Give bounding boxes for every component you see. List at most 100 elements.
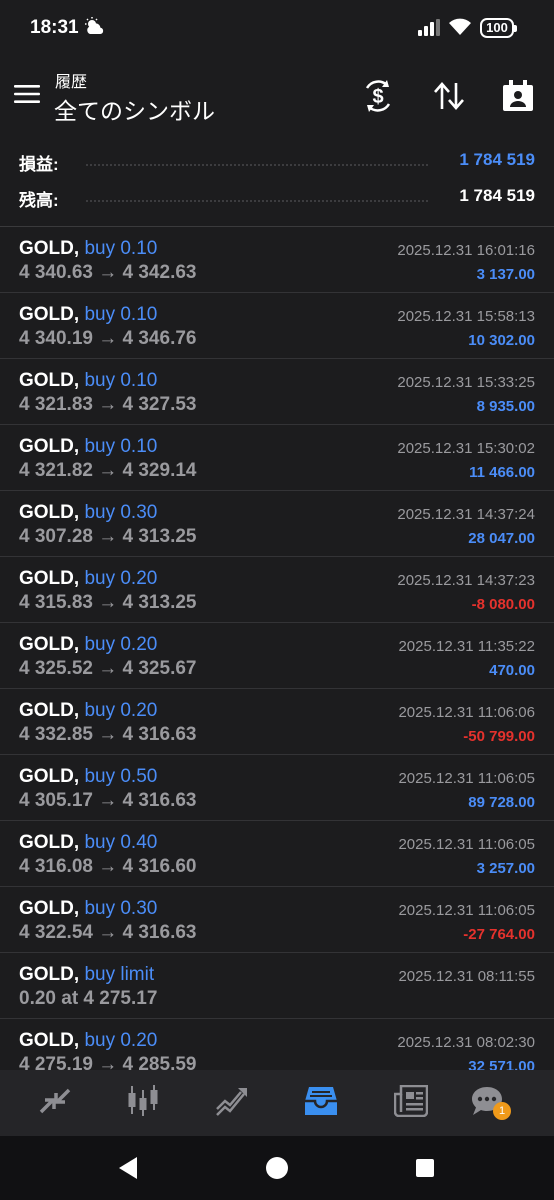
trade-side: buy 0.10 [84,436,158,457]
trade-row[interactable]: GOLD, buy 0.50 4 305.17 → 4 316.63 2025.12… [0,755,554,821]
trade-side: buy limit [84,964,155,985]
trade-time: 2025.12.31 08:11:55 [398,968,535,985]
trade-profit: -27 764.00 [463,926,535,943]
profit-value: 1 784 519 [459,150,535,169]
trade-time: 2025.12.31 14:37:24 [397,506,535,523]
symbol-name: GOLD, [19,502,80,523]
trade-prices: 4 307.28 → 4 313.25 [19,526,197,547]
page-subtitle: 履歴 [55,74,88,91]
menu-icon[interactable] [14,84,40,109]
status-time: 18:31 [30,17,79,38]
status-bar: 18:31 100 [0,0,554,58]
quotes-icon [37,1086,73,1121]
trade-prices: 4 321.82 → 4 329.14 [19,460,197,481]
trade-time: 2025.12.31 11:06:05 [398,902,535,919]
trade-side: buy 0.10 [84,238,158,259]
trade-profit: -8 080.00 [471,596,535,613]
tab-trade[interactable] [202,1070,262,1136]
dotted-leader [86,200,428,202]
trade-row[interactable]: GOLD, buy limit 0.20 at 4 275.17 2025.12.3… [0,953,554,1019]
trade-time: 2025.12.31 11:06:05 [398,770,535,787]
trade-symbol: GOLD, buy 0.20 [19,634,157,656]
trade-row[interactable]: GOLD, buy 0.40 4 316.08 → 4 316.60 2025.12… [0,821,554,887]
trade-symbol: GOLD, buy 0.10 [19,238,157,260]
trade-symbol: GOLD, buy 0.30 [19,898,157,920]
sort-icon[interactable] [431,78,467,114]
symbol-name: GOLD, [19,238,80,259]
trade-row[interactable]: GOLD, buy 0.10 4 340.19 → 4 346.76 2025.12… [0,293,554,359]
trade-prices: 4 315.83 → 4 313.25 [19,592,197,613]
trade-prices: 4 321.83 → 4 327.53 [19,394,197,415]
trade-side: buy 0.20 [84,1030,158,1051]
symbol-name: GOLD, [19,700,80,721]
trade-profit: 28 047.00 [468,530,535,547]
system-nav-bar [0,1136,554,1200]
trade-profit: 3 137.00 [476,266,535,283]
trade-side: buy 0.30 [84,502,158,523]
summary-panel: 損益: 1 784 519 残高: 1 784 519 [0,138,554,227]
dotted-leader [86,164,428,166]
history-icon [304,1085,338,1122]
back-icon[interactable] [114,1154,142,1182]
recents-icon[interactable] [411,1154,439,1182]
trade-profit: 10 302.00 [468,332,535,349]
symbol-name: GOLD, [19,832,80,853]
trade-row[interactable]: GOLD, buy 0.10 4 321.83 → 4 327.53 2025.12… [0,359,554,425]
weather-icon [84,17,106,42]
trade-time: 2025.12.31 15:58:13 [397,308,535,325]
trade-prices: 4 340.63 → 4 342.63 [19,262,197,283]
balance-row: 残高: 1 784 519 [0,180,554,216]
symbol-name: GOLD, [19,370,80,391]
symbol-name: GOLD, [19,634,80,655]
trade-side: buy 0.10 [84,304,158,325]
trade-time: 2025.12.31 14:37:23 [397,572,535,589]
trade-symbol: GOLD, buy 0.10 [19,370,157,392]
currency-exchange-icon[interactable]: $ [360,78,396,114]
home-icon[interactable] [263,1154,291,1182]
tab-history[interactable] [291,1070,351,1136]
symbol-name: GOLD, [19,304,80,325]
trade-time: 2025.12.31 15:30:02 [397,440,535,457]
balance-label: 残高: [19,191,59,210]
trade-history-list[interactable]: GOLD, buy 0.10 4 340.63 → 4 342.63 2025.12… [0,227,554,1070]
trade-row[interactable]: GOLD, buy 0.30 4 307.28 → 4 313.25 2025.12… [0,491,554,557]
wifi-icon [448,17,472,42]
symbol-name: GOLD, [19,436,80,457]
battery-indicator: 100 [480,18,517,38]
trade-profit: 3 257.00 [476,860,535,877]
app-header: 履歴 全てのシンボル $ [0,58,554,138]
trade-profit: -50 799.00 [463,728,535,745]
trade-row[interactable]: GOLD, buy 0.20 4 325.52 → 4 325.67 2025.12… [0,623,554,689]
trade-profit: 89 728.00 [468,794,535,811]
trade-symbol: GOLD, buy 0.50 [19,766,157,788]
notification-badge: 1 [493,1102,511,1120]
tab-quotes[interactable] [25,1070,85,1136]
tab-chat[interactable]: 1 [457,1070,517,1136]
profit-row: 損益: 1 784 519 [0,144,554,180]
trade-profit: 8 935.00 [476,398,535,415]
trade-row[interactable]: GOLD, buy 0.20 4 315.83 → 4 313.25 2025.12… [0,557,554,623]
symbol-name: GOLD, [19,766,80,787]
trade-symbol: GOLD, buy 0.20 [19,1030,157,1052]
trade-row[interactable]: GOLD, buy 0.30 4 322.54 → 4 316.63 2025.12… [0,887,554,953]
trade-side: buy 0.30 [84,898,158,919]
svg-text:$: $ [372,86,383,108]
trade-row[interactable]: GOLD, buy 0.10 4 340.63 → 4 342.63 2025.12… [0,227,554,293]
trade-icon [214,1084,250,1123]
page-title[interactable]: 全てのシンボル [54,92,215,126]
trade-side: buy 0.10 [84,370,158,391]
news-icon [393,1084,429,1122]
trade-row[interactable]: GOLD, buy 0.20 4 275.19 → 4 285.59 2025.12… [0,1019,554,1070]
trade-profit: 470.00 [489,662,535,679]
trade-row[interactable]: GOLD, buy 0.10 4 321.82 → 4 329.14 2025.12… [0,425,554,491]
trade-symbol: GOLD, buy 0.20 [19,700,157,722]
trade-time: 2025.12.31 11:06:05 [398,836,535,853]
signal-icon [418,19,442,41]
tab-chart[interactable] [113,1070,173,1136]
tab-news[interactable] [381,1070,441,1136]
calendar-icon[interactable] [500,78,536,114]
trade-row[interactable]: GOLD, buy 0.20 4 332.85 → 4 316.63 2025.12… [0,689,554,755]
profit-label: 損益: [19,155,59,174]
trade-prices: 4 322.54 → 4 316.63 [19,922,197,943]
symbol-name: GOLD, [19,1030,80,1051]
